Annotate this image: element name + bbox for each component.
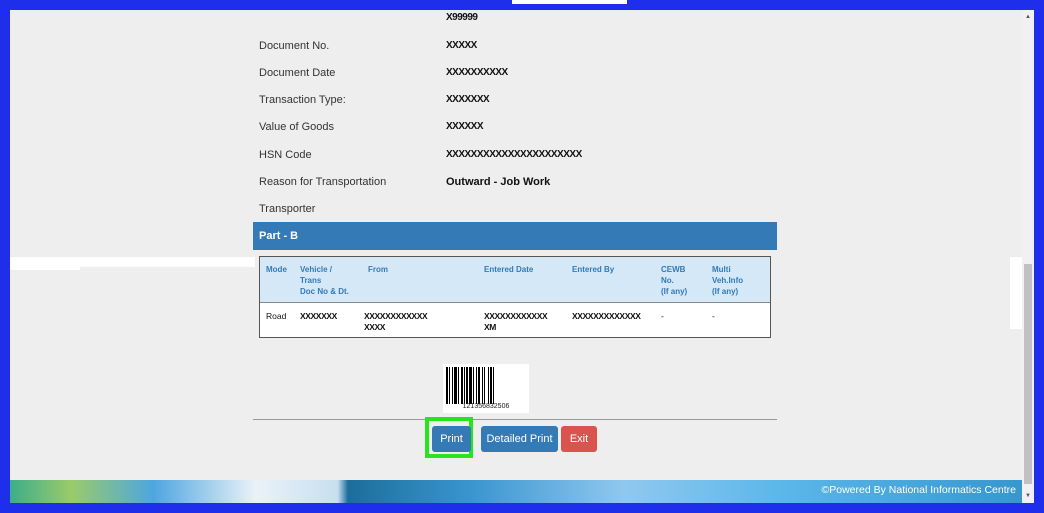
transaction-type-label: Transaction Type: — [259, 94, 346, 106]
vertical-scrollbar[interactable]: ▲ ▼ — [1022, 10, 1034, 503]
document-no-value: XXXXX — [446, 40, 477, 51]
scroll-thumb[interactable] — [1024, 264, 1032, 484]
cell-from-line: XXXXXXXXXXXX — [364, 311, 428, 321]
cell-from-line: XXXX — [364, 322, 386, 332]
header-vehicle-line: Trans — [300, 276, 322, 285]
header-cewb-line: CEWB — [661, 265, 686, 274]
header-cewb: CEWB No. (If any) — [661, 264, 687, 297]
barcode-bars — [446, 367, 526, 404]
cell-vehicle: XXXXXXX — [300, 311, 337, 321]
cell-from: XXXXXXXXXXXX XXXX — [364, 311, 428, 333]
overlay-band — [10, 257, 255, 267]
table-header: Mode Vehicle / Trans Doc No & Dt. From E… — [260, 257, 770, 303]
top-tab — [512, 0, 627, 4]
header-multi-line: (If any) — [712, 287, 739, 296]
transporter-label: Transporter — [259, 203, 316, 215]
cell-mode: Road — [266, 311, 287, 321]
header-multi-line: Veh.Info — [712, 276, 744, 285]
transaction-type-value: XXXXXXX — [446, 94, 490, 105]
print-button[interactable]: Print — [432, 426, 471, 452]
footer-banner: ©Powered By National Informatics Centre — [10, 480, 1034, 503]
document-date-value: XXXXXXXXXX — [446, 67, 508, 78]
part-b-header: Part - B — [253, 222, 777, 250]
hsn-code-label: HSN Code — [259, 149, 312, 161]
overlay-band — [10, 267, 80, 270]
reason-value: Outward - Job Work — [446, 176, 551, 188]
header-vehicle-line: Vehicle / — [300, 265, 333, 274]
cell-entered-date-line: XXXXXXXXXXXX — [484, 311, 548, 321]
header-vehicle: Vehicle / Trans Doc No & Dt. — [300, 264, 349, 297]
header-from: From — [368, 265, 388, 274]
cell-entered-by: XXXXXXXXXXXXX — [572, 311, 641, 321]
header-vehicle-line: Doc No & Dt. — [300, 287, 349, 296]
exit-button[interactable]: Exit — [561, 426, 597, 452]
scroll-up-arrow-icon[interactable]: ▲ — [1022, 12, 1034, 22]
document-date-label: Document Date — [259, 67, 336, 79]
part-b-table: Mode Vehicle / Trans Doc No & Dt. From E… — [259, 256, 771, 338]
detailed-print-button[interactable]: Detailed Print — [481, 426, 558, 452]
document-no-label: Document No. — [259, 40, 330, 52]
barcode-bar — [494, 367, 496, 404]
hsn-code-value: XXXXXXXXXXXXXXXXXXXXXX — [446, 149, 582, 160]
header-entered-date: Entered Date — [484, 265, 534, 274]
cell-multi-veh: - — [712, 311, 715, 321]
header-cewb-line: (If any) — [661, 287, 688, 296]
barcode: 121356832506 — [443, 364, 529, 413]
value-of-goods-value: XXXXXX — [446, 121, 484, 132]
header-mode: Mode — [266, 265, 287, 274]
value-of-goods-label: Value of Goods — [259, 121, 335, 133]
reason-label: Reason for Transportation — [259, 176, 387, 188]
header-cewb-line: No. — [661, 276, 674, 285]
top-value: X99999 — [446, 12, 478, 23]
scroll-down-arrow-icon[interactable]: ▼ — [1022, 491, 1034, 501]
divider — [253, 419, 777, 420]
barcode-number: 121356832506 — [462, 403, 510, 410]
header-multi-veh: Multi Veh.Info (If any) — [712, 264, 743, 297]
cell-entered-date: XXXXXXXXXXXX XM — [484, 311, 548, 333]
eway-bill-page: X99999 Document No. XXXXX Document Date … — [10, 10, 1034, 503]
header-entered-by: Entered By — [572, 265, 615, 274]
cell-cewb: - — [661, 311, 664, 321]
footer-credit: ©Powered By National Informatics Centre — [821, 484, 1017, 496]
cell-entered-date-line: XM — [484, 322, 496, 332]
header-multi-line: Multi — [712, 265, 731, 274]
